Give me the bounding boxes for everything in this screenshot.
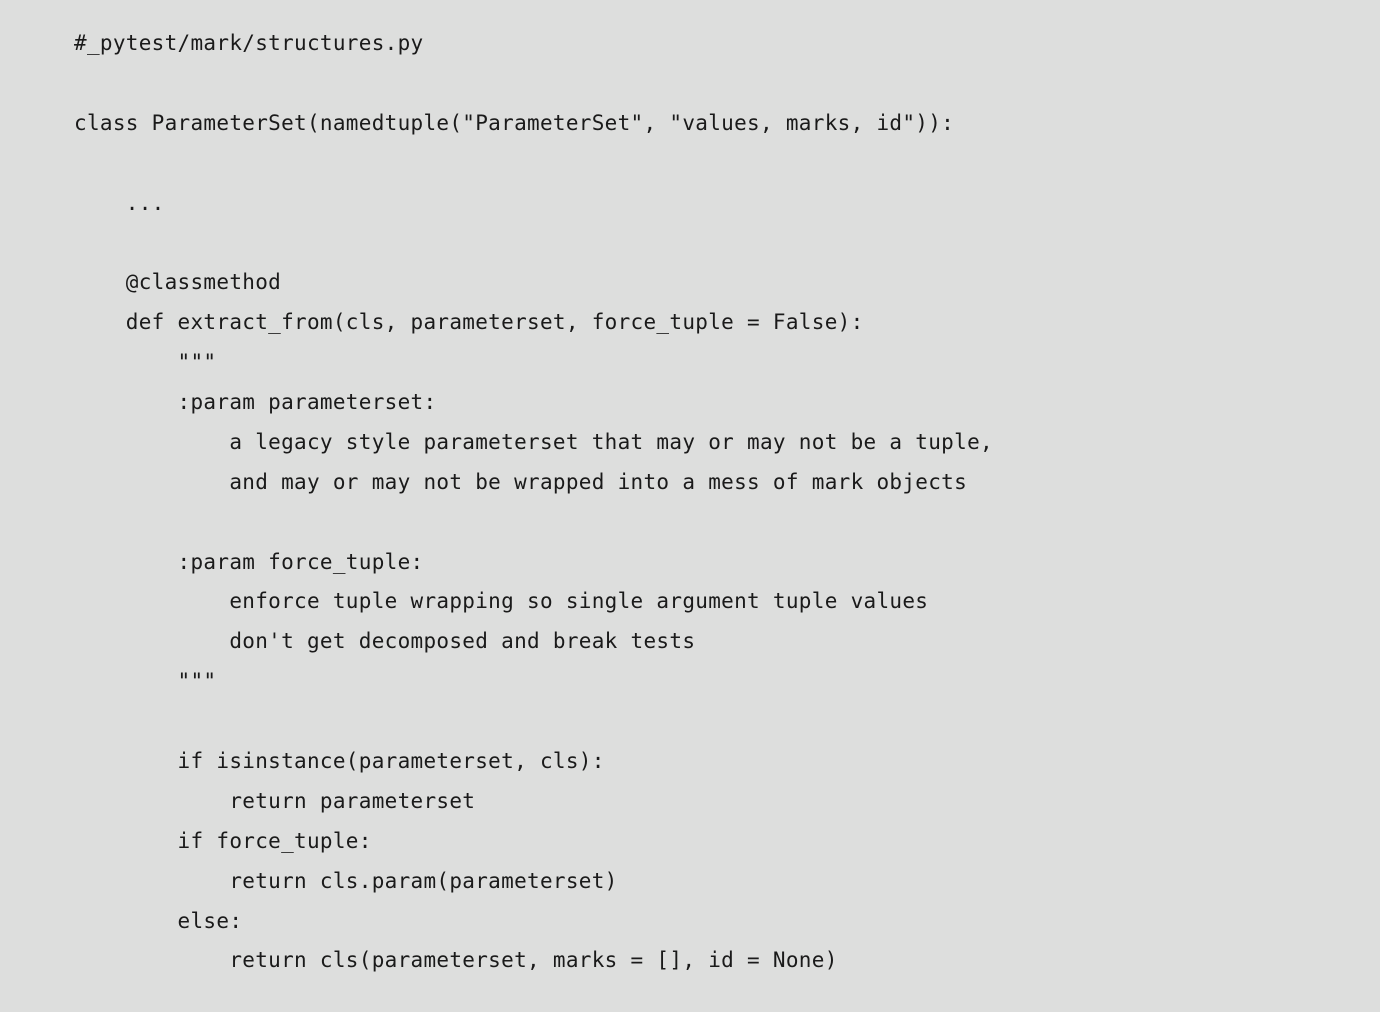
code-line: """ bbox=[74, 350, 216, 374]
code-line: a legacy style parameterset that may or … bbox=[74, 430, 993, 454]
code-line: return cls(parameterset, marks = [], id … bbox=[74, 948, 838, 972]
code-line: def extract_from(cls, parameterset, forc… bbox=[74, 310, 864, 334]
code-line: don't get decomposed and break tests bbox=[74, 629, 695, 653]
code-line: :param parameterset: bbox=[74, 390, 436, 414]
code-line: and may or may not be wrapped into a mes… bbox=[74, 470, 967, 494]
code-line: if isinstance(parameterset, cls): bbox=[74, 749, 605, 773]
code-line: class ParameterSet(namedtuple("Parameter… bbox=[74, 111, 954, 135]
code-line: if force_tuple: bbox=[74, 829, 372, 853]
code-line: ... bbox=[74, 191, 165, 215]
code-line: else: bbox=[74, 909, 242, 933]
code-line: return parameterset bbox=[74, 789, 475, 813]
code-line: :param force_tuple: bbox=[74, 550, 423, 574]
code-line: return cls.param(parameterset) bbox=[74, 869, 618, 893]
code-block: #_pytest/mark/structures.py class Parame… bbox=[0, 24, 1380, 981]
code-line: #_pytest/mark/structures.py bbox=[74, 31, 423, 55]
code-line: """ bbox=[74, 669, 216, 693]
code-line: enforce tuple wrapping so single argumen… bbox=[74, 589, 928, 613]
code-line: @classmethod bbox=[74, 270, 281, 294]
